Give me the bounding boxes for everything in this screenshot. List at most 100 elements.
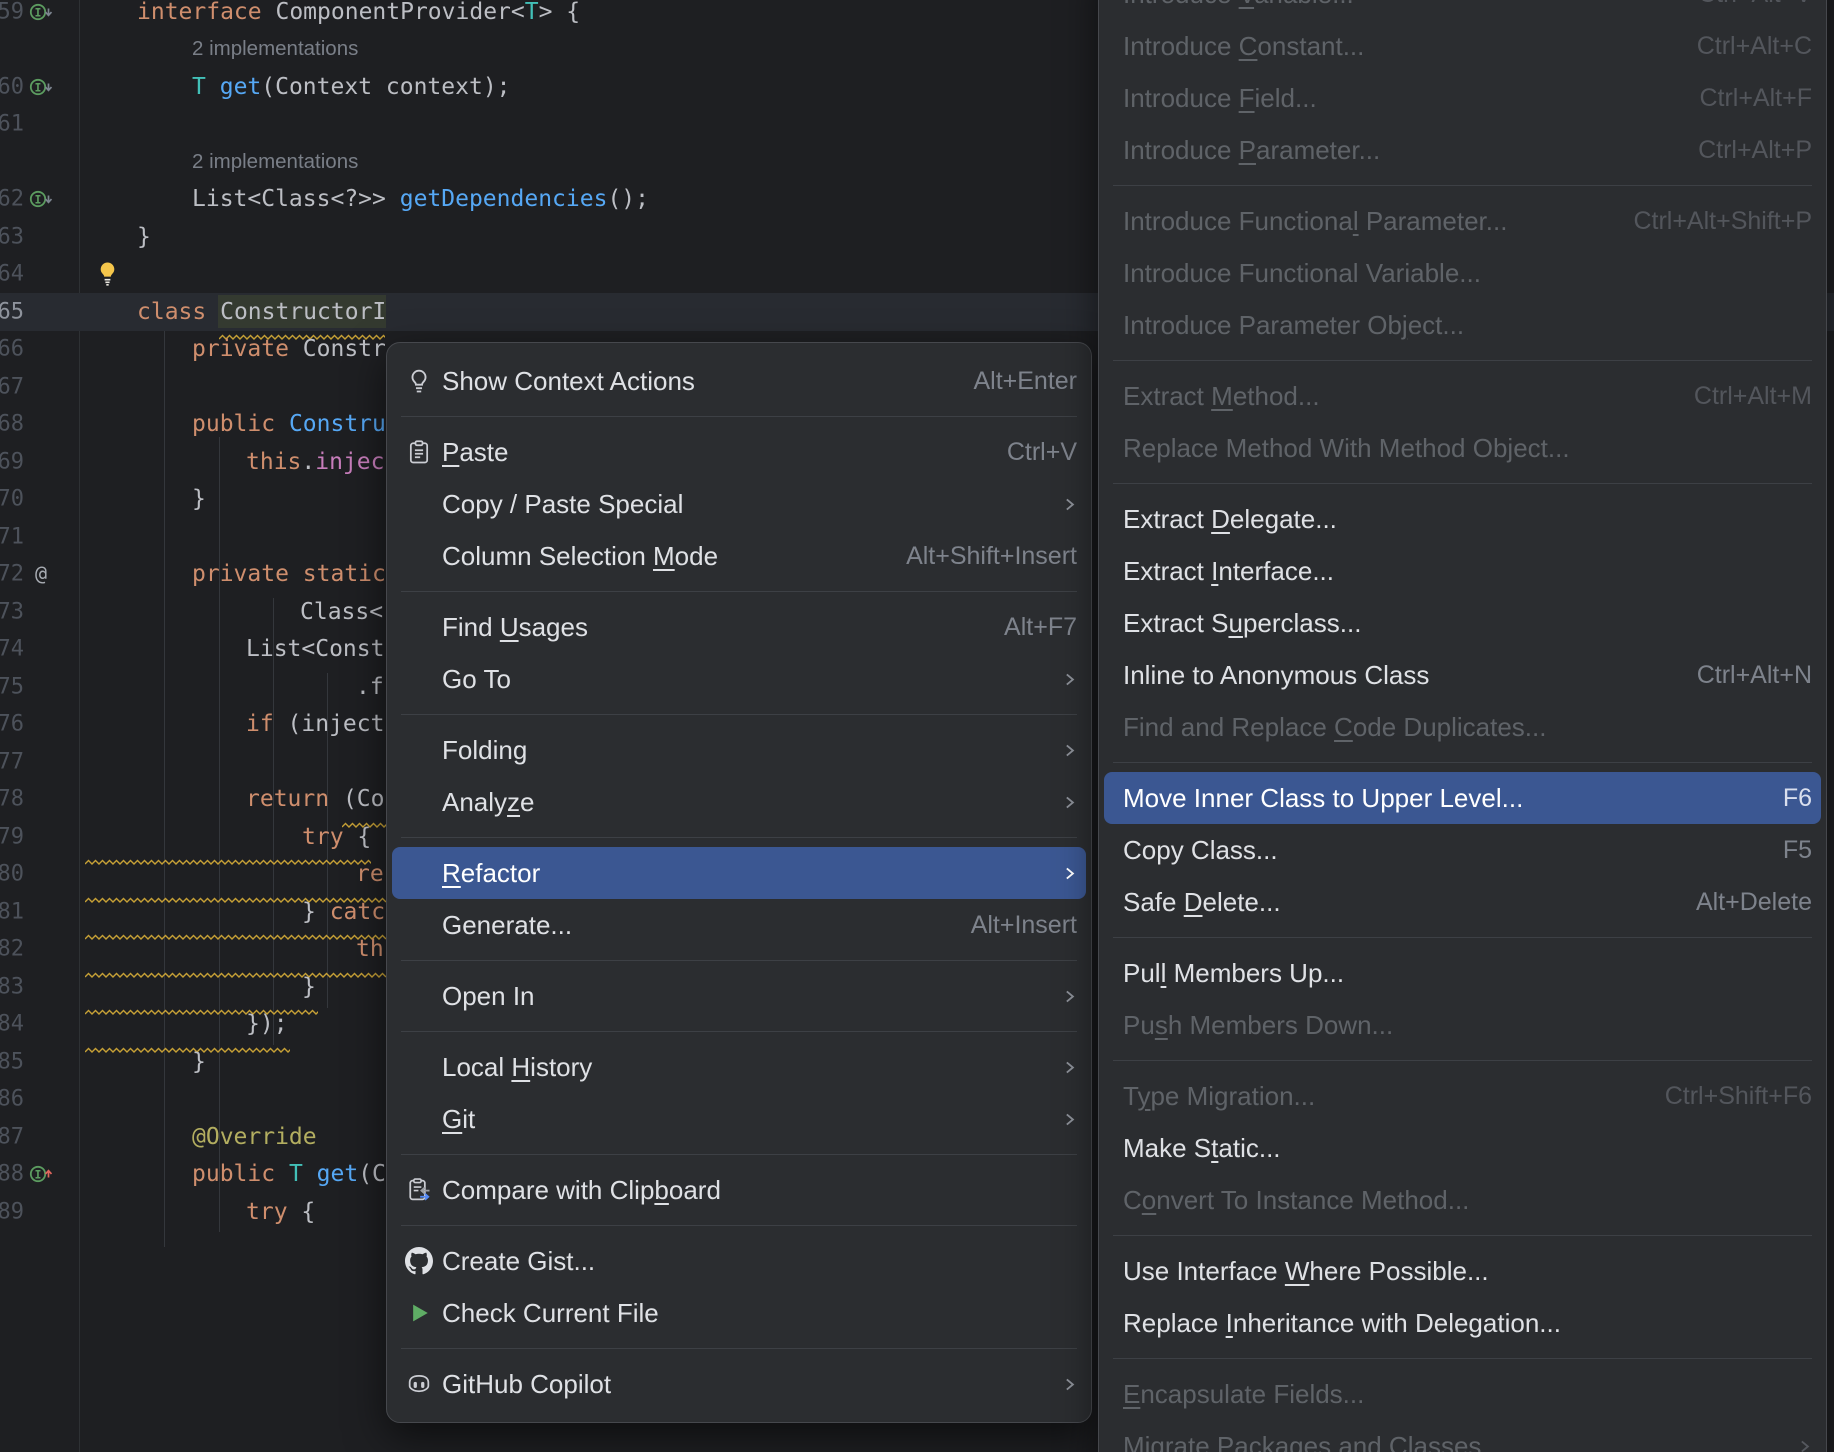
submenu-chevron-icon [1062,672,1077,687]
menu-item-extract-delegate[interactable]: Extract Delegate... [1104,493,1821,545]
code-token: private static [192,561,386,587]
intention-bulb-icon[interactable] [96,261,119,288]
menu-item-shortcut: Ctrl+Alt+N [1697,661,1812,690]
submenu-chevron-icon [1062,795,1077,810]
menu-item-column-selection-mode[interactable]: Column Selection ModeAlt+Shift+Insert [392,530,1086,582]
menu-item-shortcut: Ctrl+Alt+P [1698,136,1812,165]
implemented-icon[interactable]: I [28,186,54,212]
menu-item-use-interface-where-possible[interactable]: Use Interface Where Possible... [1104,1245,1821,1297]
menu-item-label: Local History [442,1052,592,1083]
menu-item-git[interactable]: Git [392,1093,1086,1145]
code-token: } [192,1049,206,1075]
menu-item-introduce-parameter-object[interactable]: Introduce Parameter Object... [1104,299,1821,351]
menu-item-move-inner-class-to-upper-level[interactable]: Move Inner Class to Upper Level...F6 [1104,772,1821,824]
menu-item-show-context-actions[interactable]: Show Context ActionsAlt+Enter [392,355,1086,407]
menu-item-replace-inheritance-with-delegation[interactable]: Replace Inheritance with Delegation... [1104,1297,1821,1349]
menu-separator [401,1031,1077,1032]
line-number: 75 [0,674,24,699]
submenu-chevron-icon [1797,1439,1812,1452]
svg-text:I: I [35,80,42,94]
menu-item-introduce-functional-parameter[interactable]: Introduce Functional Parameter...Ctrl+Al… [1104,195,1821,247]
menu-item-shortcut: F6 [1783,784,1812,813]
menu-item-generate[interactable]: Generate...Alt+Insert [392,899,1086,951]
implemented-icon[interactable]: I [28,74,54,100]
menu-item-folding[interactable]: Folding [392,724,1086,776]
inlay-hint[interactable]: 2 implementations [192,37,358,61]
menu-item-label: Extract Superclass... [1123,608,1361,639]
menu-item-copy-class[interactable]: Copy Class...F5 [1104,824,1821,876]
code-token: return [246,786,343,812]
menu-item-shortcut: Ctrl+Alt+F [1699,84,1812,113]
menu-item-extract-superclass[interactable]: Extract Superclass... [1104,597,1821,649]
submenu-chevron-icon [1062,1377,1077,1392]
inlay-hint[interactable]: 2 implementations [192,150,358,174]
menu-item-inline-to-anonymous-class[interactable]: Inline to Anonymous ClassCtrl+Alt+N [1104,649,1821,701]
menu-item-local-history[interactable]: Local History [392,1041,1086,1093]
menu-item-introduce-variable[interactable]: Introduce Variable...Ctrl+Alt+V [1104,0,1821,20]
menu-item-find-and-replace-code-duplicates[interactable]: Find and Replace Code Duplicates... [1104,701,1821,753]
menu-item-safe-delete[interactable]: Safe Delete...Alt+Delete [1104,876,1821,928]
code-token: th [356,936,384,962]
menu-separator [1113,360,1812,361]
menu-item-label: Convert To Instance Method... [1123,1185,1469,1216]
menu-item-type-migration[interactable]: Type Migration...Ctrl+Shift+F6 [1104,1070,1821,1122]
menu-item-pull-members-up[interactable]: Pull Members Up... [1104,947,1821,999]
editor-context-menu: Show Context ActionsAlt+Enter PasteCtrl+V… [386,342,1092,1423]
menu-separator [1113,185,1812,186]
menu-item-analyze[interactable]: Analyze [392,776,1086,828]
menu-item-label: Extract Interface... [1123,556,1334,587]
menu-item-shortcut: Ctrl+Alt+C [1697,32,1812,61]
menu-item-create-gist[interactable]: Create Gist... [392,1235,1086,1287]
menu-separator [401,591,1077,592]
menu-item-label: GitHub Copilot [442,1369,611,1400]
menu-item-open-in[interactable]: Open In [392,970,1086,1022]
menu-item-label: Introduce Parameter Object... [1123,310,1464,341]
code-token: List<Class<?>> [192,186,400,212]
menu-item-refactor[interactable]: Refactor [392,847,1086,899]
menu-item-compare-with-clipboard[interactable]: Compare with Clipboard [392,1164,1086,1216]
code-token: try [302,824,357,850]
menu-item-introduce-field[interactable]: Introduce Field...Ctrl+Alt+F [1104,72,1821,124]
menu-separator [401,837,1077,838]
menu-item-push-members-down[interactable]: Push Members Down... [1104,999,1821,1051]
menu-item-extract-method[interactable]: Extract Method...Ctrl+Alt+M [1104,370,1821,422]
menu-item-label: Encapsulate Fields... [1123,1379,1364,1410]
menu-item-label: Introduce Functional Parameter... [1123,206,1507,237]
submenu-chevron-icon [1062,989,1077,1004]
warning-squiggle [85,959,386,985]
menu-item-encapsulate-fields[interactable]: Encapsulate Fields... [1104,1368,1821,1420]
code-token: getDependencies [400,186,608,212]
code-token: re [356,861,384,887]
overridden-icon[interactable]: I [28,1161,54,1187]
menu-item-replace-method-with-method-object[interactable]: Replace Method With Method Object... [1104,422,1821,474]
menu-item-introduce-functional-variable[interactable]: Introduce Functional Variable... [1104,247,1821,299]
line-number: 61 [0,112,24,137]
line-number: 81 [0,899,24,924]
menu-item-extract-interface[interactable]: Extract Interface... [1104,545,1821,597]
implemented-icon[interactable]: I [28,0,54,25]
menu-item-paste[interactable]: PasteCtrl+V [392,426,1086,478]
menu-item-find-usages[interactable]: Find UsagesAlt+F7 [392,601,1086,653]
menu-item-label: Git [442,1104,475,1135]
menu-item-copy-paste-special[interactable]: Copy / Paste Special [392,478,1086,530]
menu-item-introduce-constant[interactable]: Introduce Constant...Ctrl+Alt+C [1104,20,1821,72]
menu-icon-slot [404,981,434,1011]
code-token: } [192,486,206,512]
menu-item-convert-to-instance-method[interactable]: Convert To Instance Method... [1104,1174,1821,1226]
menu-item-make-static[interactable]: Make Static... [1104,1122,1821,1174]
code-token: catc [330,899,385,925]
code-token: injec [315,449,384,475]
menu-item-label: Find Usages [442,612,588,643]
menu-item-introduce-parameter[interactable]: Introduce Parameter...Ctrl+Alt+P [1104,124,1821,176]
menu-separator [401,1225,1077,1226]
menu-item-github-copilot[interactable]: GitHub Copilot [392,1358,1086,1410]
menu-separator [401,960,1077,961]
line-number: 60 [0,74,24,99]
code-token: T [525,0,539,25]
menu-item-label: Type Migration... [1123,1081,1315,1112]
menu-item-go-to[interactable]: Go To [392,653,1086,705]
menu-item-migrate-packages-and-classes[interactable]: Migrate Packages and Classes [1104,1420,1821,1452]
menu-item-check-current-file[interactable]: Check Current File [392,1287,1086,1339]
code-token: } [302,899,330,925]
menu-icon-slot [404,541,434,571]
